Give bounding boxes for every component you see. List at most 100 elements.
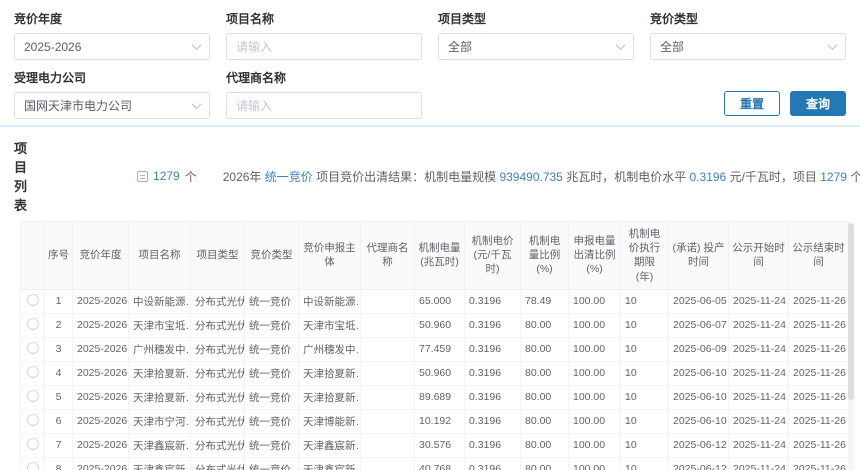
filter-panel: 竞价年度 2025-2026 项目名称 项目类型 全部 竞价类型 全部 [0, 0, 860, 125]
cell-year: 2025-2026 [73, 361, 129, 385]
summary-segment-7: 1279 [820, 170, 847, 184]
cell-btype: 统一竞价 [245, 313, 299, 337]
cell-ptype: 分布式光伏 [191, 361, 245, 385]
row-radio[interactable] [27, 318, 39, 330]
cell-ptype: 分布式光伏 [191, 385, 245, 409]
power-company-select[interactable]: 国网天津市电力公司 [14, 92, 210, 119]
col-header-ptype: 项目类型 [191, 222, 245, 290]
cell-subject: 天津鑫宸新… [299, 457, 361, 470]
cell-name: 天津市宝坻… [129, 313, 191, 337]
col-header-year: 竞价年度 [73, 222, 129, 290]
cell-start: 2025-11-24 [729, 361, 789, 385]
bid-year-select[interactable]: 2025-2026 [14, 33, 210, 60]
list-icon [137, 171, 148, 182]
project-type-select[interactable]: 全部 [438, 33, 634, 60]
cell-energy: 40.768 [415, 457, 465, 470]
row-radio[interactable] [27, 414, 39, 426]
cell-subject: 天津拾夏新… [299, 385, 361, 409]
cell-price: 0.3196 [465, 289, 521, 313]
cell-clear: 100.00 [569, 313, 621, 337]
col-header-ratio: 机制电量比例 (%) [521, 222, 569, 290]
cell-price: 0.3196 [465, 385, 521, 409]
cell-ratio: 80.00 [521, 457, 569, 470]
cell-agent [361, 457, 415, 470]
row-radio[interactable] [27, 462, 39, 470]
cell-start: 2025-11-24 [729, 409, 789, 433]
summary-segment-4: 兆瓦时，机制电价水平 [563, 170, 690, 184]
cell-agent [361, 313, 415, 337]
row-radio[interactable] [27, 390, 39, 402]
filter-power-company: 受理电力公司 国网天津市电力公司 [14, 69, 210, 119]
summary-segment-0: 2026年 [223, 170, 265, 184]
cell-end: 2025-11-26 [789, 361, 849, 385]
cell-btype: 统一竞价 [245, 289, 299, 313]
agent-name-input[interactable] [226, 92, 422, 119]
cell-no: 8 [45, 457, 73, 470]
filter-agent-name: 代理商名称 [226, 69, 422, 119]
cell-energy: 50.960 [415, 313, 465, 337]
cell-btype: 统一竞价 [245, 361, 299, 385]
cell-start: 2025-11-24 [729, 313, 789, 337]
cell-price: 0.3196 [465, 433, 521, 457]
cell-no: 7 [45, 433, 73, 457]
chevron-down-icon [828, 40, 838, 50]
cell-year: 2025-2026 [73, 457, 129, 470]
project-count-suffix: 个 [185, 168, 197, 185]
cell-ratio: 80.00 [521, 361, 569, 385]
cell-prod: 2025-06-07 [669, 313, 729, 337]
cell-no: 4 [45, 361, 73, 385]
table-vertical-scrollbar[interactable] [848, 223, 854, 470]
cell-clear: 100.00 [569, 457, 621, 470]
cell-subject: 广州穗发中… [299, 337, 361, 361]
scrollbar-thumb[interactable] [848, 223, 854, 400]
summary-segment-2: 项目竞价出清结果：机制电量规模 [313, 170, 500, 184]
cell-name: 天津市宁河… [129, 409, 191, 433]
col-header-term: 机制电价执行期限 (年) [621, 222, 669, 290]
cell-no: 5 [45, 385, 73, 409]
cell-clear: 100.00 [569, 385, 621, 409]
bid-type-value: 全部 [660, 38, 684, 55]
summary-segment-5: 0.3196 [690, 170, 727, 184]
bid-type-select[interactable]: 全部 [650, 33, 846, 60]
cell-clear: 100.00 [569, 433, 621, 457]
cell-clear: 100.00 [569, 337, 621, 361]
row-cell-select [21, 409, 45, 433]
cell-subject: 天津博能新… [299, 409, 361, 433]
cell-energy: 30.576 [415, 433, 465, 457]
agent-name-label: 代理商名称 [226, 69, 422, 86]
cell-price: 0.3196 [465, 457, 521, 470]
cell-end: 2025-11-26 [789, 313, 849, 337]
reset-button[interactable]: 重置 [724, 91, 780, 116]
cell-name: 天津拾夏新… [129, 361, 191, 385]
row-cell-select [21, 385, 45, 409]
cell-name: 天津拾夏新… [129, 385, 191, 409]
cell-energy: 50.960 [415, 361, 465, 385]
summary-segment-1: 统一竞价 [265, 170, 313, 184]
col-header-prod: (承诺) 投产时间 [669, 222, 729, 290]
cell-subject: 中设新能源… [299, 289, 361, 313]
cell-start: 2025-11-24 [729, 433, 789, 457]
bid-year-label: 竞价年度 [14, 10, 210, 27]
project-type-label: 项目类型 [438, 10, 634, 27]
cell-price: 0.3196 [465, 313, 521, 337]
row-radio[interactable] [27, 342, 39, 354]
project-name-input[interactable] [226, 33, 422, 60]
cell-btype: 统一竞价 [245, 409, 299, 433]
row-radio[interactable] [27, 366, 39, 378]
bid-year-value: 2025-2026 [24, 40, 81, 54]
cell-ratio: 78.49 [521, 289, 569, 313]
cell-prod: 2025-06-10 [669, 409, 729, 433]
cell-end: 2025-11-26 [789, 385, 849, 409]
cell-end: 2025-11-26 [789, 433, 849, 457]
cell-year: 2025-2026 [73, 433, 129, 457]
chevron-down-icon [192, 40, 202, 50]
project-type-value: 全部 [448, 38, 472, 55]
cell-end: 2025-11-26 [789, 289, 849, 313]
row-radio[interactable] [27, 438, 39, 450]
table-row: 62025-2026天津市宁河…分布式光伏统一竞价天津博能新…10.1920.3… [21, 409, 849, 433]
row-radio[interactable] [27, 294, 39, 306]
cell-term: 10 [621, 337, 669, 361]
cell-energy: 77.459 [415, 337, 465, 361]
cell-price: 0.3196 [465, 337, 521, 361]
query-button[interactable]: 查询 [790, 91, 846, 116]
